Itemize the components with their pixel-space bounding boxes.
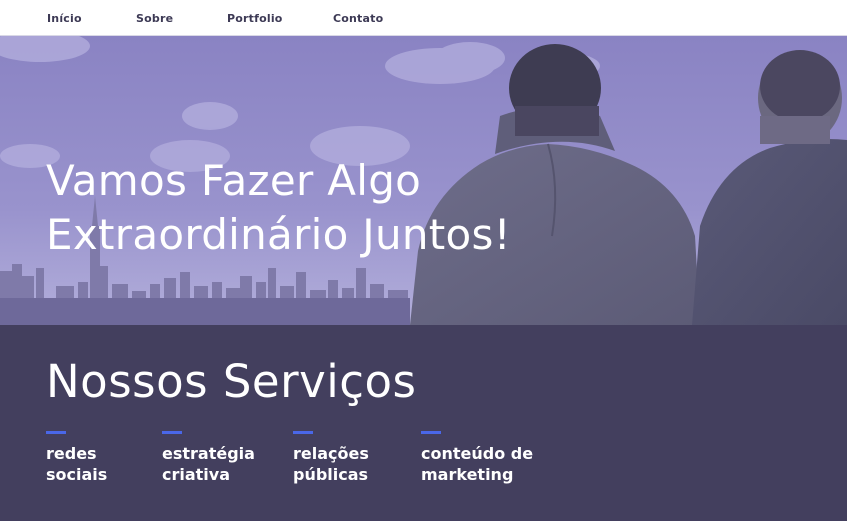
services-section: Nossos Serviços redes sociais estratégia… [0,325,847,521]
service-item-conteudo-de-marketing[interactable]: conteúdo de marketing [421,431,551,485]
nav-link-portfolio[interactable]: Portfolio [227,12,283,25]
hero-title-line-2: Extraordinário Juntos! [46,210,511,259]
nav-link-contato[interactable]: Contato [333,12,383,25]
services-title: Nossos Serviços [46,355,417,408]
service-label: relações públicas [293,444,369,484]
service-accent-bar [421,431,441,434]
service-label: conteúdo de marketing [421,444,534,484]
service-item-estrategia-criativa[interactable]: estratégia criativa [162,431,292,485]
service-accent-bar [293,431,313,434]
service-label: estratégia criativa [162,444,255,484]
hero-section: Vamos Fazer Algo Extraordinário Juntos! [0,36,847,325]
top-navigation: Início Sobre Portfolio Contato [0,0,847,36]
nav-link-inicio[interactable]: Início [47,12,82,25]
service-accent-bar [162,431,182,434]
hero-title-line-1: Vamos Fazer Algo [46,156,422,205]
hero-title: Vamos Fazer Algo Extraordinário Juntos! [46,154,606,262]
service-item-redes-sociais[interactable]: redes sociais [46,431,176,485]
nav-link-sobre[interactable]: Sobre [136,12,173,25]
service-label: redes sociais [46,444,108,484]
service-accent-bar [46,431,66,434]
service-item-relacoes-publicas[interactable]: relações públicas [293,431,423,485]
